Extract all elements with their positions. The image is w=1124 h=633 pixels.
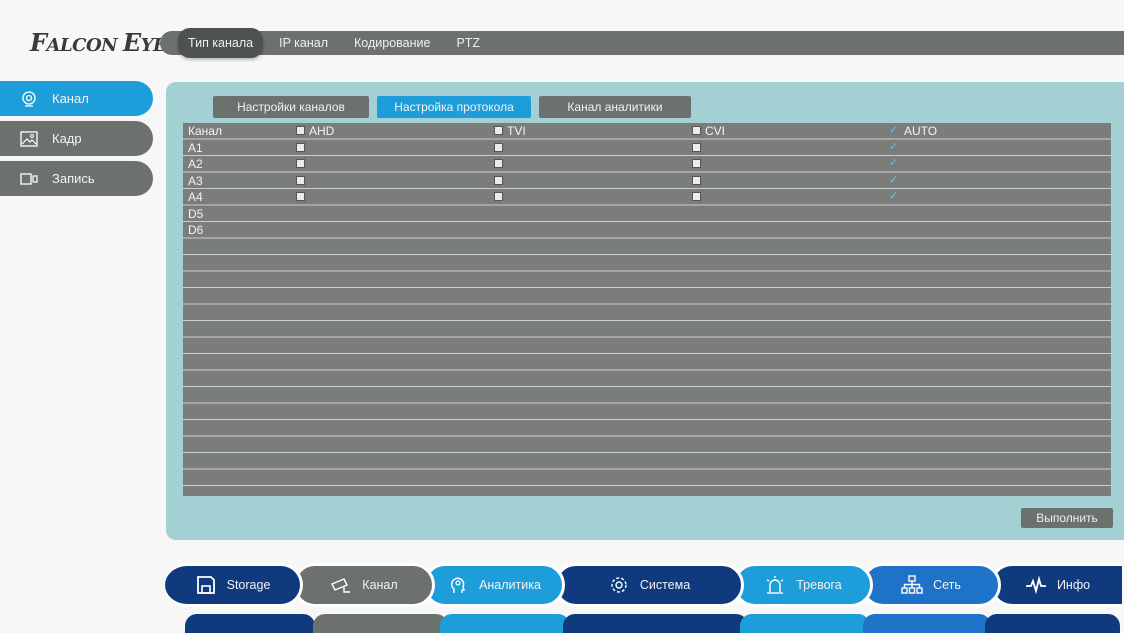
nav-storage[interactable]: Storage <box>165 563 303 607</box>
bottom-nav-shadow <box>185 614 1120 633</box>
table-row: A1 <box>183 140 1111 156</box>
floppy-icon <box>196 576 215 594</box>
checkbox-auto[interactable] <box>889 140 900 154</box>
checkbox-auto-all[interactable] <box>889 123 900 137</box>
channel-label: D6 <box>188 223 204 237</box>
image-icon <box>20 130 38 147</box>
checkbox-tvi[interactable] <box>494 192 503 202</box>
table-row: A2 <box>183 156 1111 172</box>
nav-alarm[interactable]: Тревога <box>733 563 873 607</box>
checkbox-tvi[interactable] <box>494 159 503 169</box>
subtab-analytics-channel[interactable]: Канал аналитики <box>539 96 691 118</box>
checkbox-cvi[interactable] <box>692 142 701 152</box>
checkbox-cvi-all[interactable] <box>692 126 701 136</box>
record-icon <box>20 172 38 185</box>
checkbox-auto[interactable] <box>889 189 900 203</box>
tab-encoding[interactable]: Кодирование <box>354 36 430 50</box>
analytics-head-icon <box>451 577 466 593</box>
sidebar-item-record[interactable]: Запись <box>0 161 153 196</box>
header-channel: Канал <box>188 124 222 138</box>
nav-network[interactable]: Сеть <box>861 563 1001 607</box>
tab-ip-channel[interactable]: IP канал <box>279 36 328 50</box>
checkbox-tvi-all[interactable] <box>494 126 503 136</box>
top-tab-bar: Тип канала IP канал Кодирование PTZ <box>160 28 1124 58</box>
nav-system[interactable]: Система <box>554 563 744 607</box>
checkbox-ahd[interactable] <box>296 192 305 202</box>
nav-info[interactable]: Инфо <box>990 563 1122 607</box>
checkbox-ahd[interactable] <box>296 142 305 152</box>
tab-ptz[interactable]: PTZ <box>456 36 480 50</box>
table-row: D6 <box>183 222 1111 238</box>
sidebar-item-label: Кадр <box>52 131 82 146</box>
checkbox-cvi[interactable] <box>692 192 701 202</box>
checkbox-ahd-all[interactable] <box>296 126 305 136</box>
checkbox-ahd[interactable] <box>296 175 305 185</box>
alarm-light-icon <box>766 576 784 594</box>
channel-label: A2 <box>188 157 203 171</box>
bottom-nav: Инфо Сеть Тревога Система Аналитика Кана… <box>165 563 1122 607</box>
checkbox-auto[interactable] <box>889 156 900 170</box>
table-row: A4 <box>183 189 1111 205</box>
table-row: D5 <box>183 206 1111 222</box>
sidebar-item-label: Запись <box>52 171 95 186</box>
header-auto: AUTO <box>889 123 937 139</box>
header-tvi: TVI <box>494 123 526 139</box>
table-row: A3 <box>183 173 1111 189</box>
sub-tab-bar: Настройки каналов Настройка протокола Ка… <box>213 96 699 118</box>
channel-label: A3 <box>188 173 203 188</box>
cctv-camera-icon <box>331 578 351 593</box>
table-header-row: Канал AHD TVI CVI AUTO <box>183 123 1111 139</box>
execute-button[interactable]: Выполнить <box>1021 508 1113 528</box>
pulse-icon <box>1025 575 1046 595</box>
nav-channel[interactable]: Канал <box>293 563 435 607</box>
sidebar-item-frame[interactable]: Кадр <box>0 121 153 156</box>
channel-label: D5 <box>188 206 204 221</box>
checkbox-tvi[interactable] <box>494 175 503 185</box>
channel-label: A1 <box>188 140 203 155</box>
falcon-eye-logo: FALCON EYE <box>30 28 167 57</box>
channel-label: A4 <box>188 190 203 204</box>
webcam-icon <box>22 90 36 107</box>
header-ahd: AHD <box>296 123 334 139</box>
network-icon <box>901 575 923 594</box>
tab-channel-type[interactable]: Тип канала <box>178 28 264 58</box>
checkbox-ahd[interactable] <box>296 159 305 169</box>
header-cvi: CVI <box>692 123 725 139</box>
checkbox-auto[interactable] <box>889 173 900 187</box>
checkbox-cvi[interactable] <box>692 175 701 185</box>
sidebar-item-label: Канал <box>52 91 89 106</box>
subtab-channel-settings[interactable]: Настройки каналов <box>213 96 369 118</box>
protocol-table: Канал AHD TVI CVI AUTO A1 A2 A3 A4 D5 D6 <box>183 123 1111 496</box>
subtab-protocol-settings[interactable]: Настройка протокола <box>377 96 531 118</box>
checkbox-cvi[interactable] <box>692 159 701 169</box>
gear-icon <box>611 577 627 593</box>
checkbox-tvi[interactable] <box>494 142 503 152</box>
sidebar-item-channel[interactable]: Канал <box>0 81 153 116</box>
nav-analytics[interactable]: Аналитика <box>423 563 565 607</box>
